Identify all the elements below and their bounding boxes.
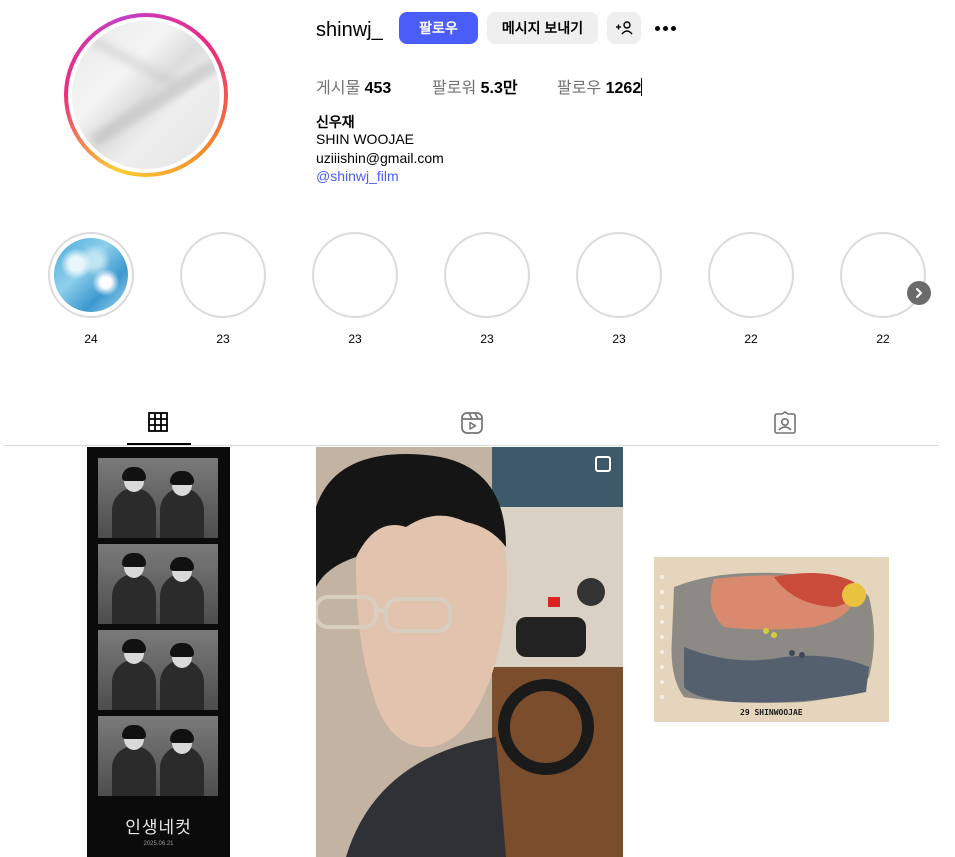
post-thumbnail[interactable]: 29 SHINWOOJAE [654, 557, 889, 722]
reels-icon [461, 412, 483, 434]
tabs-divider [4, 445, 939, 446]
bio-email: uziiishin@gmail.com [316, 150, 444, 166]
chevron-right-icon [916, 288, 922, 298]
photo-strip-date: 2025.06.21 [143, 841, 174, 847]
grid-icon [148, 412, 168, 432]
highlight-item[interactable]: 23 [574, 232, 664, 346]
following-label: 팔로우 [557, 80, 602, 97]
highlight-item[interactable]: 23 [178, 232, 268, 346]
highlight-cover [576, 232, 662, 318]
highlight-label: 24 [84, 332, 98, 346]
highlight-label: 23 [612, 332, 626, 346]
highlight-cover [444, 232, 530, 318]
profile-avatar[interactable] [64, 13, 228, 177]
highlight-cover [840, 232, 926, 318]
highlight-cover [48, 232, 134, 318]
message-button[interactable]: 메시지 보내기 [487, 12, 598, 44]
highlight-label: 22 [744, 332, 758, 346]
highlight-label: 23 [216, 332, 230, 346]
highlights-next-button[interactable] [907, 281, 931, 305]
followers-value: 5.3만 [480, 80, 518, 97]
followers-count[interactable]: 팔로워 5.3만 [432, 74, 518, 98]
highlight-label: 23 [480, 332, 494, 346]
tagged-icon [774, 411, 796, 434]
profile-username: shinwj_ [316, 19, 383, 41]
post-thumbnail[interactable] [316, 447, 623, 857]
tab-tagged[interactable] [773, 411, 797, 435]
painting-signature: 29 SHINWOOJAE [740, 708, 803, 717]
highlight-item[interactable]: 22 [706, 232, 796, 346]
posts-value: 453 [364, 80, 392, 97]
tab-reels[interactable] [460, 411, 484, 435]
tab-posts[interactable] [147, 411, 171, 435]
highlight-item[interactable]: 23 [310, 232, 400, 346]
posts-count: 게시물 453 [316, 74, 391, 98]
post-image [654, 557, 889, 722]
bio-text-line: SHIN WOOJAE [316, 131, 415, 147]
more-options-button[interactable] [652, 16, 678, 40]
follow-button[interactable]: 팔로우 [399, 12, 478, 44]
highlight-item[interactable]: 24 [46, 232, 136, 346]
highlight-cover [312, 232, 398, 318]
photo-strip-title: 인생네컷 [125, 818, 192, 837]
avatar-image [72, 21, 220, 169]
highlight-item[interactable]: 23 [442, 232, 532, 346]
add-person-icon [616, 21, 633, 35]
ellipsis-icon [654, 25, 660, 31]
post-thumbnail[interactable]: 인생네컷 2025.06.21 [87, 447, 230, 857]
bio-link[interactable]: @shinwj_film [316, 168, 399, 184]
highlight-cover [708, 232, 794, 318]
bio-name: 신우재 [316, 114, 355, 130]
highlight-cover [180, 232, 266, 318]
followers-label: 팔로워 [432, 80, 477, 97]
following-count[interactable]: 팔로우 1262 [557, 74, 643, 98]
highlight-label: 23 [348, 332, 362, 346]
post-image [316, 447, 623, 857]
add-person-button[interactable] [607, 12, 641, 44]
highlight-label: 22 [876, 332, 890, 346]
posts-label: 게시물 [316, 80, 361, 97]
following-value: 1262 [605, 80, 642, 97]
